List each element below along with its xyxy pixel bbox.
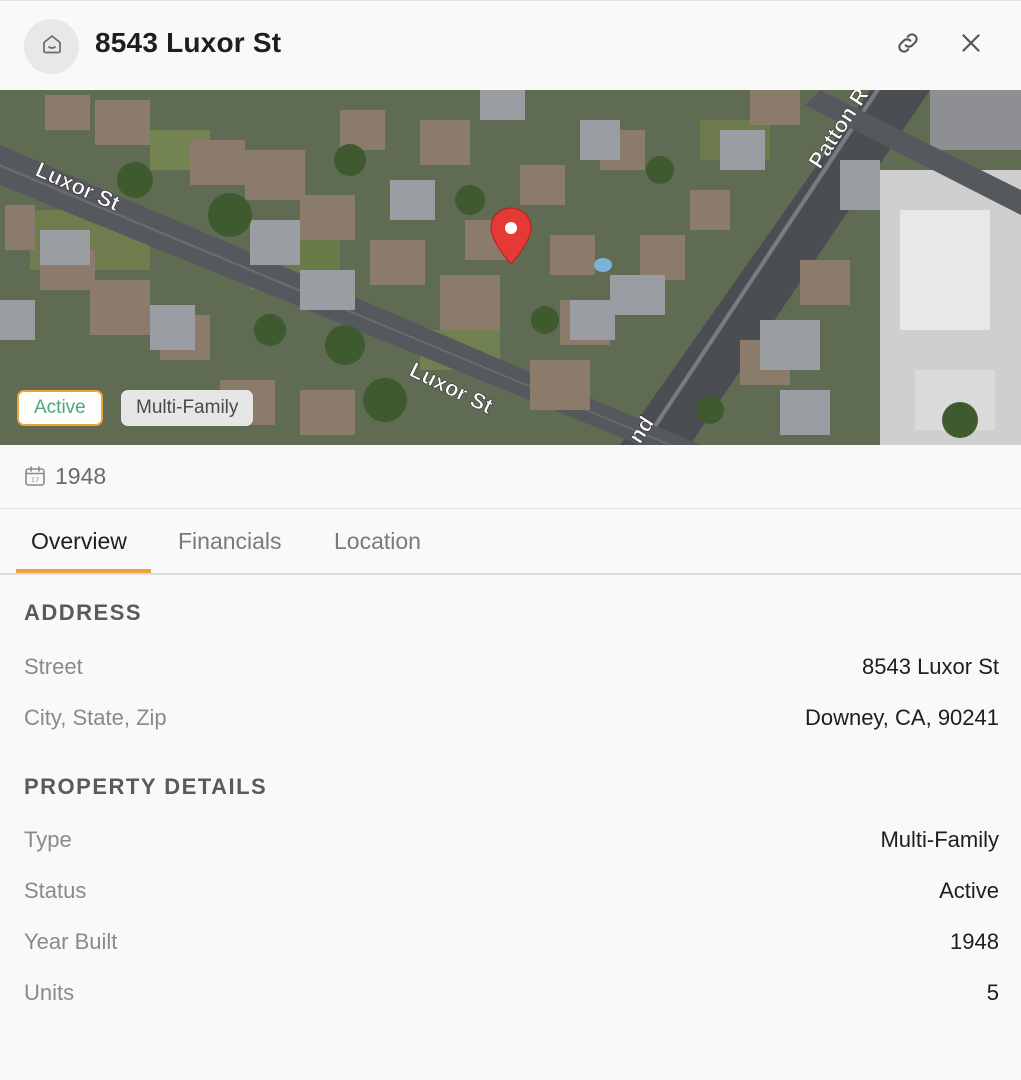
home-icon [40, 32, 64, 61]
street-value: 8543 Luxor St [862, 654, 999, 679]
year-built-label: Year Built [24, 929, 118, 954]
tab-overview[interactable]: Overview [31, 528, 127, 555]
svg-text:17: 17 [31, 476, 39, 484]
units-label: Units [24, 980, 75, 1005]
city-state-zip-label: City, State, Zip [24, 705, 167, 730]
satellite-map[interactable]: Luxor St Luxor St Patton R nd Active Mul… [0, 90, 1021, 445]
property-panel: 8543 Luxor St Luxor St Luxor St Patton R… [0, 0, 1021, 1080]
status-label: Status [24, 878, 87, 903]
section-title-property-details: PROPERTY DETAILS [24, 774, 268, 799]
year-built-text: 1948 [55, 463, 107, 489]
close-button[interactable] [953, 27, 989, 63]
tab-bar: Overview Financials Location [0, 509, 1021, 575]
year-built-value: 1948 [950, 929, 999, 954]
link-icon [894, 29, 922, 62]
close-icon [958, 30, 984, 61]
street-label: Street [24, 654, 83, 679]
type-value: Multi-Family [880, 827, 999, 852]
type-badge: Multi-Family [121, 390, 254, 426]
units-value: 5 [986, 980, 999, 1005]
type-label: Type [24, 827, 72, 852]
status-value: Active [939, 878, 999, 903]
copy-link-button[interactable] [890, 27, 926, 63]
calendar-icon: 17 [24, 465, 46, 487]
page-title: 8543 Luxor St [95, 27, 282, 58]
section-title-address: ADDRESS [24, 600, 143, 625]
active-tab-indicator [16, 569, 151, 573]
tab-location[interactable]: Location [334, 528, 421, 555]
year-row: 17 1948 [0, 445, 1021, 509]
panel-header: 8543 Luxor St [0, 0, 1021, 90]
status-badge: Active [17, 390, 103, 426]
tab-financials[interactable]: Financials [178, 528, 282, 555]
city-state-zip-value: Downey, CA, 90241 [804, 705, 999, 730]
property-avatar [24, 19, 79, 74]
